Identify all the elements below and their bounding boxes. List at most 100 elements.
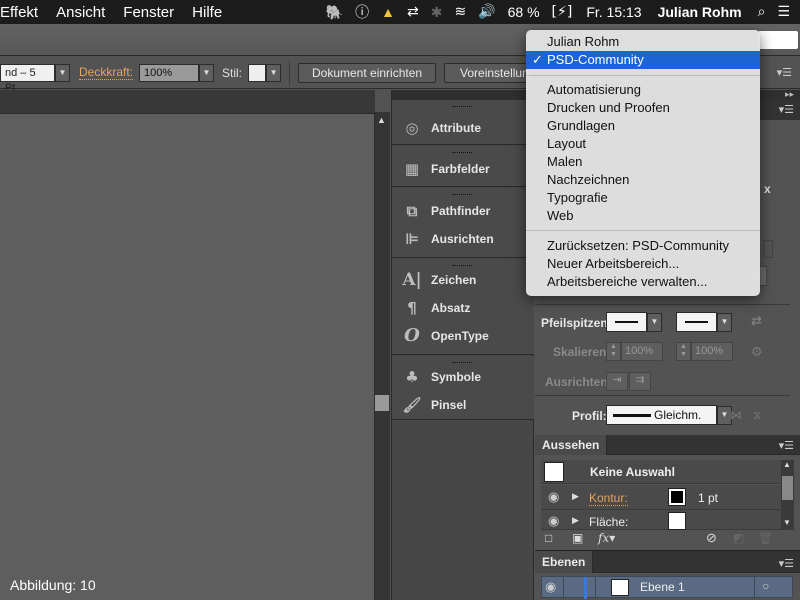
dock-item-pathfinder[interactable]: ⧉ Pathfinder — [402, 200, 491, 222]
add-stroke-icon[interactable]: □ — [545, 531, 552, 545]
menu-item-grundlagen[interactable]: Grundlagen — [526, 117, 760, 135]
tab-aussehen[interactable]: Aussehen — [535, 435, 608, 455]
flaeche-swatch[interactable] — [668, 512, 686, 530]
opacity-label[interactable]: Deckkraft: — [79, 65, 134, 80]
visibility-eye-icon[interactable]: ◉ — [548, 489, 559, 505]
add-fill-icon[interactable]: ▣ — [572, 531, 583, 545]
arrowhead-end-dropdown[interactable]: ▼ — [717, 313, 732, 332]
scroll-up-arrow-icon[interactable]: ▲ — [377, 115, 386, 125]
appearance-scrollbar[interactable]: ▲ ▼ — [781, 460, 794, 530]
wifi-icon[interactable]: ≋ — [448, 4, 472, 20]
vertical-scrollbar[interactable]: ▲ — [374, 112, 390, 600]
expand-triangle-icon[interactable]: ▶ — [572, 491, 579, 502]
scale-start-stepper[interactable]: ▲ ▼ — [606, 342, 621, 361]
tab-ebenen[interactable]: Ebenen — [535, 551, 594, 573]
align-icon: ⊫ — [405, 230, 419, 248]
menu-item-reset-workspace[interactable]: Zurücksetzen: PSD-Community — [526, 237, 760, 255]
clock[interactable]: Fr. 15:13 — [578, 4, 647, 20]
swap-arrowheads-icon[interactable]: ⇄ — [751, 314, 762, 329]
volume-icon[interactable]: 🔊 — [472, 4, 501, 20]
artboard-canvas[interactable] — [0, 114, 374, 600]
dock-item-pinsel[interactable]: 🖌 Pinsel — [402, 394, 466, 416]
preferences-button[interactable]: Voreinstellung — [444, 62, 535, 83]
layers-menu-icon[interactable]: ▾☰ — [779, 557, 794, 570]
flaeche-label[interactable]: Fläche: — [589, 515, 628, 529]
battery-icon[interactable]: [⚡] — [546, 4, 579, 20]
menu-item-web[interactable]: Web — [526, 207, 760, 225]
menu-item-typografie[interactable]: Typografie — [526, 189, 760, 207]
menu-item-layout[interactable]: Layout — [526, 135, 760, 153]
kontur-value[interactable]: 1 pt — [698, 491, 718, 505]
info-icon[interactable]: ⓘ — [349, 2, 375, 22]
corner-button[interactable] — [763, 240, 773, 258]
delete-trash-icon[interactable]: 🗑 — [758, 531, 773, 545]
close-icon[interactable]: x — [764, 182, 771, 196]
flip-horizontal-icon[interactable]: ⋈ — [730, 408, 742, 422]
visibility-eye-icon[interactable]: ◉ — [548, 513, 559, 529]
menu-ansicht[interactable]: Ansicht — [47, 4, 114, 21]
dock-item-symbole[interactable]: ♣ Symbole — [402, 366, 481, 388]
appearance-row-flaeche[interactable]: ◉ ▶ Fläche: — [541, 510, 781, 530]
stroke-profile-dropdown[interactable]: ▼ — [55, 63, 70, 82]
clear-appearance-icon[interactable]: ⊘ — [706, 530, 717, 546]
appearance-menu-icon[interactable]: ▾☰ — [779, 439, 794, 452]
scale-start-field[interactable]: 100% — [621, 342, 663, 361]
vlc-cone-icon[interactable]: ▲ — [375, 4, 401, 20]
appearance-row-kontur[interactable]: ◉ ▶ Kontur: 1 pt — [541, 485, 781, 510]
link-scale-icon[interactable]: ⚙ — [751, 344, 763, 360]
workspace-search-field[interactable] — [758, 31, 798, 49]
menu-item-manage-workspaces[interactable]: Arbeitsbereiche verwalten... — [526, 273, 760, 291]
opacity-dropdown[interactable]: ▼ — [199, 63, 215, 82]
user-name[interactable]: Julian Rohm — [648, 4, 748, 20]
bluetooth-icon[interactable]: ✱ — [425, 4, 449, 21]
control-bar-menu-icon[interactable]: ▾☰ — [777, 66, 792, 79]
layer-name[interactable]: Ebene 1 — [640, 580, 685, 594]
kontur-label[interactable]: Kontur: — [589, 491, 628, 506]
menu-item-malen[interactable]: Malen — [526, 153, 760, 171]
menu-hilfe[interactable]: Hilfe — [183, 4, 231, 21]
stroke-profile-field[interactable]: nd – 5 Pt. — [0, 63, 55, 94]
evernote-icon[interactable]: 🐘 — [320, 4, 349, 21]
align-place-button[interactable]: ⇉ — [629, 372, 651, 391]
kontur-swatch[interactable] — [668, 488, 686, 506]
menu-item-psd-community[interactable]: ✓ PSD-Community — [526, 51, 760, 69]
profile-select[interactable]: Gleichm. — [606, 405, 717, 425]
notification-center-icon[interactable]: ☰ — [771, 4, 800, 20]
dock-item-absatz[interactable]: ¶ Absatz — [402, 297, 470, 319]
scale-end-field[interactable]: 100% — [691, 342, 733, 361]
fx-button[interactable]: fx▾ — [598, 531, 615, 545]
dock-item-farbfelder[interactable]: ▦ Farbfelder — [402, 158, 490, 180]
menu-fenster[interactable]: Fenster — [114, 4, 183, 21]
style-swatch[interactable] — [248, 63, 267, 82]
dock-item-opentype[interactable]: O OpenType — [402, 325, 489, 347]
menu-item-nachzeichnen[interactable]: Nachzeichnen — [526, 171, 760, 189]
spotlight-search-icon[interactable]: ⌕ — [748, 4, 772, 20]
menu-item-drucken-und-proofen[interactable]: Drucken und Proofen — [526, 99, 760, 117]
menu-item-julian-rohm[interactable]: Julian Rohm — [526, 33, 760, 51]
arrowhead-start-dropdown[interactable]: ▼ — [647, 313, 662, 332]
expand-triangle-icon[interactable]: ▶ — [572, 515, 579, 526]
collapse-panels-icon[interactable]: ▸▸ — [785, 89, 794, 100]
visibility-eye-icon[interactable]: ◉ — [545, 579, 556, 595]
dock-item-attribute[interactable]: ◎ Attribute — [402, 117, 481, 139]
menu-item-new-workspace[interactable]: Neuer Arbeitsbereich... — [526, 255, 760, 273]
scale-end-stepper[interactable]: ▲ ▼ — [676, 342, 691, 361]
scrollbar-thumb[interactable] — [375, 395, 389, 411]
arrowhead-end-select[interactable] — [676, 312, 717, 332]
menu-effekt[interactable]: Effekt — [0, 4, 47, 21]
align-extend-button[interactable]: ⇥ — [606, 372, 628, 391]
stroke-panel-menu-icon[interactable]: ▾☰ — [779, 103, 794, 116]
layer-target-icon[interactable]: ○ — [762, 579, 769, 593]
sync-icon[interactable]: ⇄ — [401, 4, 425, 20]
battery-percent[interactable]: 68 % — [502, 4, 546, 20]
arrowhead-start-select[interactable] — [606, 312, 647, 332]
style-dropdown[interactable]: ▼ — [266, 63, 282, 82]
document-setup-button[interactable]: Dokument einrichten — [298, 62, 437, 83]
flip-vertical-icon[interactable]: ⧖ — [753, 408, 761, 423]
layer-row[interactable]: ◉ Ebene 1 ○ — [541, 576, 793, 599]
duplicate-item-icon[interactable]: ◩ — [733, 531, 744, 545]
dock-item-zeichen[interactable]: A| Zeichen — [402, 269, 476, 291]
menu-item-automatisierung[interactable]: Automatisierung — [526, 81, 760, 99]
opacity-field[interactable]: 100% — [139, 63, 200, 82]
dock-item-ausrichten[interactable]: ⊫ Ausrichten — [402, 228, 494, 250]
